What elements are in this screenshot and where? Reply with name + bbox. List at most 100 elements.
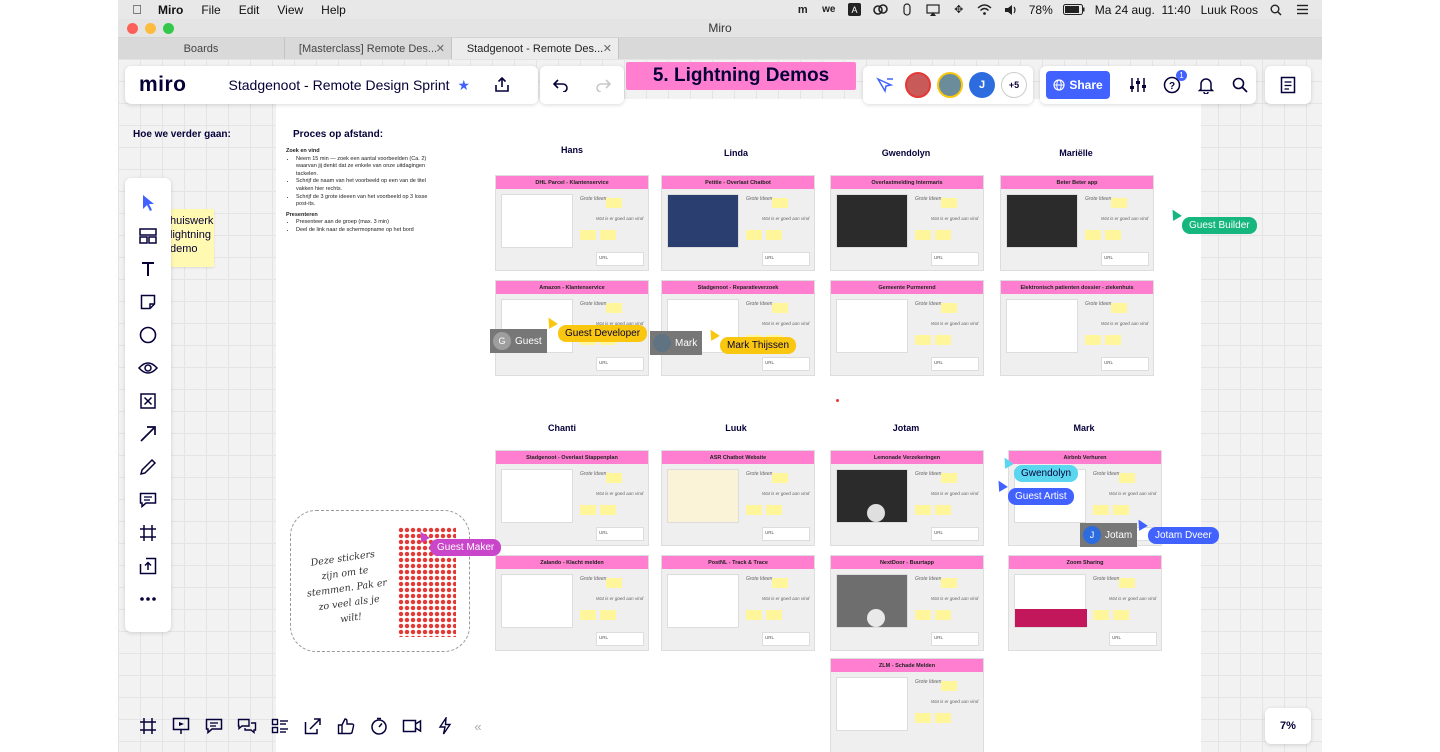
bell-icon[interactable] (1194, 73, 1218, 97)
zoom-window-button[interactable] (163, 23, 174, 34)
comment-icon[interactable] (136, 489, 160, 511)
menu-help[interactable]: Help (321, 3, 346, 17)
card-url[interactable]: URL (931, 357, 979, 371)
demo-card[interactable]: Zoom Sharing Grote Ideen Wat is er goed … (1008, 555, 1162, 651)
paperclip-icon[interactable] (899, 3, 915, 17)
shape-tool-icon[interactable] (136, 324, 160, 346)
card-url[interactable]: URL (762, 632, 810, 646)
close-window-button[interactable] (127, 23, 138, 34)
card-url[interactable]: URL (931, 252, 979, 266)
frame-title[interactable]: 5. Lightning Demos (626, 62, 856, 90)
battery-icon[interactable] (1062, 3, 1085, 17)
more-collaborators[interactable]: +5 (1001, 72, 1027, 98)
share-screen-icon[interactable] (302, 715, 324, 737)
upload-icon[interactable] (136, 555, 160, 577)
card-url[interactable]: URL (931, 527, 979, 541)
undo-icon[interactable] (549, 73, 573, 97)
redo-icon[interactable] (591, 73, 615, 97)
demo-card[interactable]: Stadgenoot - Reparatieverzoek Grote Idee… (661, 280, 815, 376)
card-list-icon[interactable] (269, 715, 291, 737)
card-url[interactable]: URL (1101, 252, 1149, 266)
board-title[interactable]: Stadgenoot - Remote Design Sprint (229, 77, 450, 93)
frames-icon[interactable] (137, 715, 159, 737)
move-icon[interactable]: ✥ (951, 3, 967, 17)
close-tab-icon[interactable]: ✕ (436, 42, 445, 55)
play-icon[interactable] (867, 504, 885, 522)
zoom-level[interactable]: 7% (1265, 708, 1311, 744)
clock[interactable]: Ma 24 aug. 11:40 (1095, 3, 1191, 17)
app-a-icon[interactable]: A (847, 3, 863, 17)
board-canvas[interactable]: Hoe we verder gaan: huiswerk lightning d… (118, 59, 1322, 752)
card-url[interactable]: URL (596, 632, 644, 646)
demo-card[interactable]: DHL Parcel - Klantenservice Grote Ideen … (495, 175, 649, 271)
miro-logo[interactable]: miro (139, 73, 187, 97)
card-url[interactable]: URL (596, 252, 644, 266)
avatar[interactable] (937, 72, 963, 98)
eye-icon[interactable] (136, 357, 160, 379)
demo-card[interactable]: ASR Chatbot Website Grote Ideen Wat is e… (661, 450, 815, 546)
collapse-icon[interactable]: « (467, 715, 489, 737)
lightning-icon[interactable] (434, 715, 456, 737)
tab-boards[interactable]: Boards (118, 38, 285, 59)
export-icon[interactable] (490, 73, 514, 97)
demo-card[interactable]: ZLM - Schade Melden Grote Ideen Wat is e… (830, 658, 984, 752)
demo-card[interactable]: NextDoor - Buurtapp Grote Ideen Wat is e… (830, 555, 984, 651)
more-tools-icon[interactable] (136, 588, 160, 610)
templates-icon[interactable] (136, 225, 160, 247)
connection-line-icon[interactable] (136, 423, 160, 445)
card-url[interactable]: URL (1101, 357, 1149, 371)
chat-icon[interactable] (236, 715, 258, 737)
star-icon[interactable]: ★ (458, 77, 471, 94)
close-box-icon[interactable] (136, 390, 160, 412)
spotlight-search-icon[interactable] (1268, 3, 1284, 17)
notification-center-icon[interactable] (1294, 3, 1310, 17)
miro-menu-icon[interactable]: m (795, 3, 811, 17)
menu-edit[interactable]: Edit (239, 3, 260, 17)
demo-card[interactable]: Zalando - Klacht melden Grote Ideen Wat … (495, 555, 649, 651)
play-icon[interactable] (867, 609, 885, 627)
sticky-note[interactable]: huiswerk lightning demo (166, 209, 214, 267)
creative-cloud-icon[interactable] (873, 3, 889, 17)
avatar[interactable]: J (969, 72, 995, 98)
select-tool-icon[interactable] (136, 192, 160, 214)
card-url[interactable]: URL (762, 252, 810, 266)
wifi-icon[interactable] (977, 3, 993, 17)
cursor-list-icon[interactable] (873, 73, 897, 97)
thumbs-up-icon[interactable] (335, 715, 357, 737)
notes-icon[interactable] (1276, 73, 1300, 97)
demo-card[interactable]: PostNL - Track & Trace Grote Ideen Wat i… (661, 555, 815, 651)
card-url[interactable]: URL (931, 632, 979, 646)
card-url[interactable]: URL (596, 357, 644, 371)
we-icon[interactable]: we (821, 3, 837, 17)
apple-icon[interactable]:  (130, 2, 144, 17)
menu-file[interactable]: File (201, 3, 220, 17)
card-url[interactable]: URL (762, 357, 810, 371)
text-tool-icon[interactable] (136, 258, 160, 280)
menu-app[interactable]: Miro (158, 3, 183, 17)
pen-icon[interactable] (136, 456, 160, 478)
close-tab-icon[interactable]: ✕ (603, 42, 612, 55)
help-icon[interactable]: ? 1 (1160, 70, 1187, 97)
settings-sliders-icon[interactable] (1126, 73, 1150, 97)
search-icon[interactable] (1228, 73, 1252, 97)
demo-card[interactable]: Petitie - Overlast Chatbot Grote Ideen W… (661, 175, 815, 271)
timer-icon[interactable] (368, 715, 390, 737)
demo-card[interactable]: Elektronisch patienten dossier - ziekenh… (1000, 280, 1154, 376)
demo-card[interactable]: Stadgenoot - Overlast Stappenplan Grote … (495, 450, 649, 546)
demo-card[interactable]: Beter Beter app Grote Ideen Wat is er go… (1000, 175, 1154, 271)
menubar-user[interactable]: Luuk Roos (1201, 3, 1258, 17)
tab-masterclass[interactable]: [Masterclass] Remote Des... ✕ (285, 38, 452, 59)
card-url[interactable]: URL (762, 527, 810, 541)
presentation-icon[interactable] (170, 715, 192, 737)
card-url[interactable]: URL (1109, 632, 1157, 646)
demo-card[interactable]: Overlastmelding Intermaris Grote Ideen W… (830, 175, 984, 271)
share-button[interactable]: Share (1046, 71, 1110, 99)
volume-icon[interactable] (1003, 3, 1019, 17)
video-icon[interactable] (401, 715, 423, 737)
tab-stadgenoot[interactable]: Stadgenoot - Remote Des... ✕ (452, 38, 619, 59)
comments-icon[interactable] (203, 715, 225, 737)
card-url[interactable]: URL (596, 527, 644, 541)
demo-card[interactable]: Lemonade Verzekeringen Grote Ideen Wat i… (830, 450, 984, 546)
avatar[interactable] (905, 72, 931, 98)
frame-tool-icon[interactable] (136, 522, 160, 544)
